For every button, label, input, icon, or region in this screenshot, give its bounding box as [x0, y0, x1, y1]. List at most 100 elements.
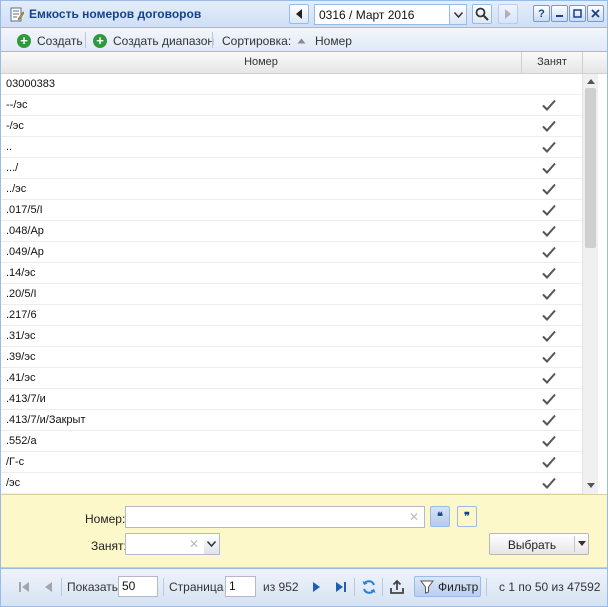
sort-field-button[interactable]: Номер: [297, 32, 352, 49]
sort-label-text: Сортировка:: [222, 33, 292, 48]
quote-close-icon: ❞: [464, 511, 470, 523]
table-row[interactable]: --/эс: [1, 95, 582, 116]
table-row[interactable]: .413/7/и: [1, 389, 582, 410]
search-period-button[interactable]: [472, 4, 492, 24]
table-row[interactable]: /эс: [1, 473, 582, 494]
quote-open-icon: ❝: [437, 511, 443, 523]
table-row[interactable]: .31/эс: [1, 326, 582, 347]
table-row[interactable]: .049/Ар: [1, 242, 582, 263]
export-button[interactable]: [388, 578, 406, 596]
row-taken: [539, 305, 559, 325]
next-page-button[interactable]: [308, 578, 326, 596]
chevron-down-icon: [453, 11, 463, 18]
table-row[interactable]: ..: [1, 137, 582, 158]
paging-separator: [382, 578, 383, 596]
scroll-up-icon[interactable]: [586, 76, 596, 86]
checkmark-icon: [542, 99, 556, 111]
choose-split-button[interactable]: Выбрать: [489, 533, 589, 555]
paging-separator: [163, 578, 164, 596]
contract-numbers-window: Емкость номеров договоров 0316 / Март 20…: [0, 0, 608, 607]
row-taken: [539, 431, 559, 451]
row-taken: [539, 452, 559, 472]
close-button[interactable]: [587, 5, 604, 22]
table-row[interactable]: .552/а: [1, 431, 582, 452]
grid-header: Номер Занят: [1, 52, 607, 74]
column-header-taken[interactable]: Занят: [522, 56, 582, 68]
row-number: .552/а: [6, 435, 37, 447]
scrollbar-thumb[interactable]: [585, 88, 596, 248]
choose-label: Выбрать: [507, 538, 557, 552]
maximize-button[interactable]: [569, 5, 586, 22]
taken-dropdown-trigger[interactable]: [204, 533, 220, 555]
row-taken: [539, 284, 559, 304]
checkmark-icon: [542, 477, 556, 489]
add-circle-icon: +: [17, 33, 31, 48]
table-row[interactable]: /Г-с: [1, 452, 582, 473]
table-row[interactable]: ../эс: [1, 179, 582, 200]
partial-match-button[interactable]: ❞: [457, 506, 477, 527]
minimize-button[interactable]: [551, 5, 568, 22]
taken-filter-select[interactable]: ✕: [125, 533, 205, 555]
number-filter-input[interactable]: ✕: [125, 506, 425, 528]
first-page-icon: [19, 582, 29, 592]
toolbar-separator: [85, 32, 86, 48]
sort-field-label: Номер: [315, 33, 352, 48]
title-bar: Емкость номеров договоров 0316 / Март 20…: [1, 1, 607, 28]
page-number-input[interactable]: 1: [225, 576, 256, 597]
filter-label: Фильтр: [438, 579, 479, 594]
row-taken: [539, 473, 559, 493]
prev-page-icon: [45, 582, 52, 592]
checkmark-icon: [542, 435, 556, 447]
prev-period-button[interactable]: [289, 4, 309, 24]
next-page-icon: [313, 582, 320, 592]
paging-separator: [354, 578, 355, 596]
table-row[interactable]: .20/5/I: [1, 284, 582, 305]
help-button[interactable]: ?: [533, 5, 550, 22]
exact-match-button[interactable]: ❝: [430, 506, 450, 527]
table-row[interactable]: .017/5/I: [1, 200, 582, 221]
row-number: .217/6: [6, 309, 37, 321]
split-divider: [574, 536, 575, 552]
scroll-down-icon[interactable]: [586, 480, 596, 490]
maximize-icon: [573, 9, 582, 18]
show-label: Показать: [67, 580, 119, 594]
window-title: Емкость номеров договоров: [29, 7, 202, 21]
table-row[interactable]: .../: [1, 158, 582, 179]
create-range-button[interactable]: + Создать диапазон: [93, 32, 214, 49]
first-page-button[interactable]: [15, 578, 33, 596]
table-row[interactable]: .048/Ар: [1, 221, 582, 242]
row-taken: [539, 242, 559, 262]
next-period-button[interactable]: [498, 4, 518, 24]
prev-page-button[interactable]: [39, 578, 57, 596]
page-size-input[interactable]: 50: [118, 576, 158, 597]
row-number: /эс: [6, 477, 21, 489]
create-label: Создать: [37, 33, 83, 48]
period-dropdown-trigger[interactable]: [449, 5, 466, 24]
column-header-number[interactable]: Номер: [1, 56, 521, 68]
filter-panel: Номер: ✕ ❝ ❞ Занят: ✕ Выбрать: [1, 494, 607, 568]
create-button[interactable]: + Создать: [17, 32, 83, 49]
clear-icon[interactable]: ✕: [189, 537, 199, 551]
table-row[interactable]: .413/7/и/Закрыт: [1, 410, 582, 431]
toolbar: + Создать + Создать диапазон Сортировка:…: [1, 28, 607, 52]
filter-funnel-icon: [420, 580, 434, 594]
table-row[interactable]: .39/эс: [1, 347, 582, 368]
table-row[interactable]: -/эс: [1, 116, 582, 137]
grid-scrollbar[interactable]: [582, 74, 598, 494]
checkmark-icon: [542, 204, 556, 216]
table-row[interactable]: .41/эс: [1, 368, 582, 389]
caret-down-icon[interactable]: [578, 541, 586, 546]
clear-icon[interactable]: ✕: [409, 510, 419, 524]
refresh-button[interactable]: [360, 578, 378, 596]
paging-toolbar: Показать 50 Страница 1 из 952 Фильтр с 1…: [1, 568, 607, 606]
checkmark-icon: [542, 393, 556, 405]
table-row[interactable]: 03000383: [1, 74, 582, 95]
checkmark-icon: [542, 120, 556, 132]
table-row[interactable]: .217/6: [1, 305, 582, 326]
row-number: .../: [6, 162, 19, 174]
row-number: .413/7/и: [6, 393, 46, 405]
period-select[interactable]: 0316 / Март 2016: [314, 4, 467, 25]
filter-button[interactable]: Фильтр: [414, 576, 481, 597]
table-row[interactable]: .14/эс: [1, 263, 582, 284]
last-page-button[interactable]: [332, 578, 350, 596]
